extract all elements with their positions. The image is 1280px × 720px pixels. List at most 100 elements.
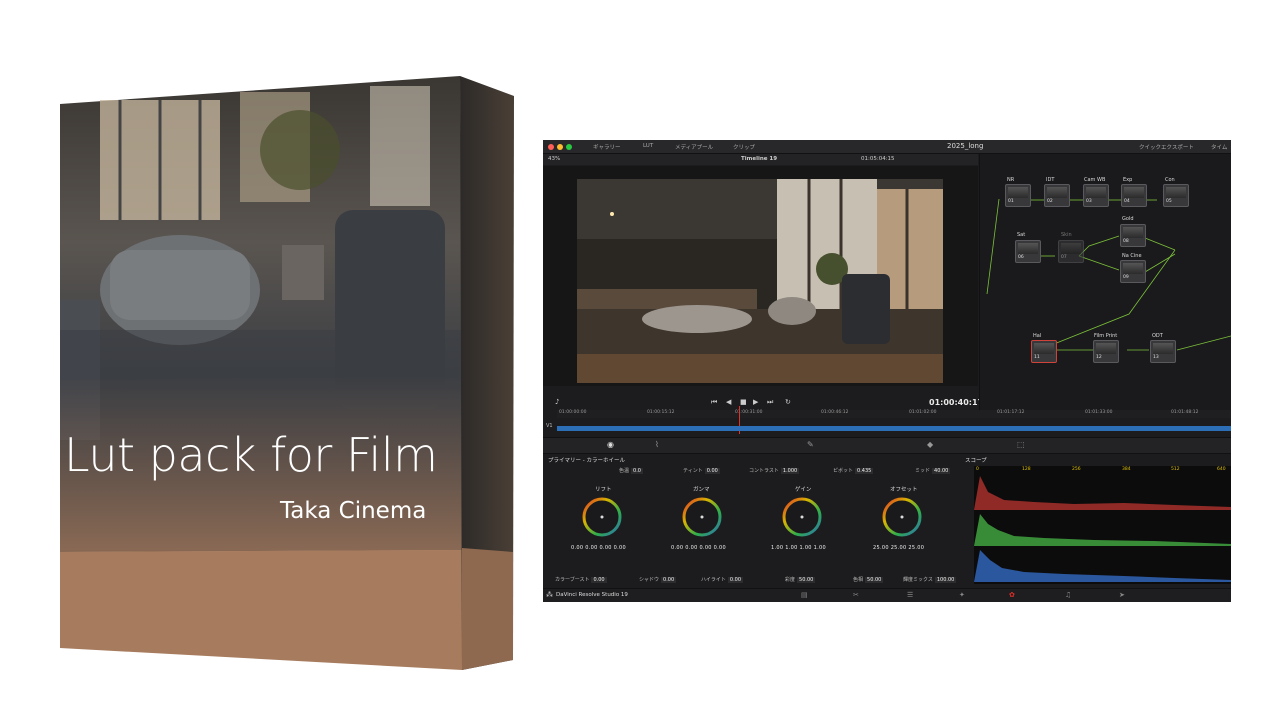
node-label-con: Con (1165, 177, 1175, 183)
node-label-nr: NR (1007, 177, 1015, 183)
offset-values[interactable]: 25.00 25.00 25.00 (873, 545, 924, 551)
node-label-exp: Exp (1123, 177, 1133, 183)
parade-scope: 0 128 256 384 512 640 (974, 466, 1231, 584)
lift-wheel[interactable] (582, 497, 622, 537)
ruler-tick: 01:00:15:12 (647, 410, 675, 415)
app-name: DaVinci Resolve Studio 19 (556, 592, 628, 598)
tab-clips[interactable]: クリップ (733, 143, 755, 151)
close-dot-icon[interactable] (548, 144, 554, 150)
lum-mix-param[interactable]: 輝度ミックス 100.00 (903, 576, 957, 583)
node-label-idt: IDT (1046, 177, 1055, 183)
tint-param[interactable]: ティント 0.00 (683, 467, 720, 474)
ruler-tick: 01:00:46:12 (821, 410, 849, 415)
scope-tick: 640 (1217, 467, 1226, 472)
fairlight-page-icon[interactable]: ♫ (1065, 591, 1071, 599)
video-track-clip[interactable] (557, 426, 1231, 431)
node-label-hal: Hal (1033, 333, 1042, 339)
hue-param[interactable]: 色相 50.00 (853, 576, 884, 583)
node-nr[interactable]: 01 (1005, 184, 1031, 207)
product-box: Lut pack for Film Taka Cinema (0, 0, 540, 720)
cut-page-icon[interactable]: ✂ (853, 591, 859, 599)
node-label-skin: Skin (1061, 232, 1072, 238)
saturation-param[interactable]: 彩度 50.00 (785, 576, 816, 583)
scope-waveforms (974, 476, 1231, 582)
node-con[interactable]: 05 (1163, 184, 1189, 207)
scope-tick: 384 (1122, 467, 1131, 472)
stop-icon[interactable]: ■ (740, 398, 747, 406)
scope-tick: 512 (1171, 467, 1180, 472)
gamma-values[interactable]: 0.00 0.00 0.00 0.00 (671, 545, 726, 551)
audio-icon[interactable]: ♪ (555, 398, 559, 406)
tab-gallery[interactable]: ギャラリー (593, 143, 621, 151)
node-hal[interactable]: 11 (1031, 340, 1057, 363)
video-frame[interactable] (577, 179, 943, 383)
highlights-param[interactable]: ハイライト 0.00 (701, 576, 744, 583)
color-boost-param[interactable]: カラーブースト 0.00 (555, 576, 607, 583)
lounge-scene-image (577, 179, 943, 383)
lift-values[interactable]: 0.00 0.00 0.00 0.00 (571, 545, 626, 551)
color-tools-bar: ◉ ⌇ ✎ ◆ ⬚ (543, 437, 1231, 454)
node-odt[interactable]: 13 (1150, 340, 1176, 363)
node-film-print[interactable]: 12 (1093, 340, 1119, 363)
blur-tool-icon[interactable]: ◆ (927, 440, 933, 449)
scope-tick: 128 (1022, 467, 1031, 472)
color-wheels (582, 497, 922, 537)
ruler-tick: 01:01:02:00 (909, 410, 937, 415)
node-sat[interactable]: 06 (1015, 240, 1041, 263)
color-panel-title: プライマリー - カラーホイール (548, 458, 625, 464)
quick-export-button[interactable]: クイックエクスポート (1139, 143, 1194, 151)
gain-wheel[interactable] (782, 497, 822, 537)
zoom-level[interactable]: 43% (548, 156, 560, 162)
node-label-cam-wb: Cam WB (1084, 177, 1106, 183)
media-page-icon[interactable]: ▤ (801, 591, 808, 599)
gamma-wheel[interactable] (682, 497, 722, 537)
node-idt[interactable]: 02 (1044, 184, 1070, 207)
edit-page-icon[interactable]: ☰ (907, 591, 913, 599)
node-exp[interactable]: 04 (1121, 184, 1147, 207)
ruler-tick: 01:00:00:00 (559, 410, 587, 415)
ruler-tick: 01:01:33:00 (1085, 410, 1113, 415)
ruler-tick: 01:01:48:12 (1171, 410, 1199, 415)
node-gold[interactable]: 08 (1120, 224, 1146, 247)
current-timecode: 01:00:40:17 (929, 398, 984, 407)
tab-media-pool[interactable]: メディアプール (675, 143, 713, 151)
deliver-page-icon[interactable]: ➤ (1119, 591, 1125, 599)
zoom-dot-icon[interactable] (566, 144, 572, 150)
resolve-window: ギャラリー LUT メディアプール クリップ 2025_long クイックエクス… (543, 140, 1231, 602)
timeline-name[interactable]: Timeline 19 (741, 156, 777, 162)
product-box-graphic (60, 76, 514, 670)
play-icon[interactable]: ▶ (753, 398, 758, 406)
mid-detail-param[interactable]: ミッド 40.00 (915, 467, 951, 474)
offset-wheel[interactable] (882, 497, 922, 537)
node-cam-wb[interactable]: 03 (1083, 184, 1109, 207)
temp-param[interactable]: 色温 0.0 (619, 467, 643, 474)
project-title: 2025_long (947, 142, 984, 150)
title-bar: ギャラリー LUT メディアプール クリップ 2025_long クイックエクス… (543, 140, 1231, 154)
color-wheel-tool-icon[interactable]: ◉ (607, 440, 614, 449)
node-label-odt: ODT (1152, 333, 1163, 339)
skip-start-icon[interactable]: ⏮ (711, 398, 717, 407)
node-na-cine[interactable]: 09 (1120, 260, 1146, 283)
minimize-dot-icon[interactable] (557, 144, 563, 150)
node-label-na-cine: Na Cine (1122, 253, 1142, 259)
timeline-button[interactable]: タイム (1211, 143, 1227, 151)
tab-lut[interactable]: LUT (643, 143, 653, 149)
ruler-tick: 01:01:17:12 (997, 410, 1025, 415)
curves-tool-icon[interactable]: ⌇ (655, 440, 659, 449)
box-title: Lut pack for Film (64, 428, 438, 482)
timeline-ruler[interactable]: 01:00:00:00 01:00:15:12 01:00:31:00 01:0… (557, 410, 1231, 418)
shadows-param[interactable]: シャドウ 0.00 (639, 576, 677, 583)
contrast-param[interactable]: コントラスト 1.000 (749, 467, 800, 474)
fusion-page-icon[interactable]: ✦ (959, 591, 965, 599)
skip-end-icon[interactable]: ⏭ (767, 398, 773, 407)
gain-values[interactable]: 1.00 1.00 1.00 1.00 (771, 545, 826, 551)
page-bar: ⁂ DaVinci Resolve Studio 19 ▤ ✂ ☰ ✦ ✿ ♫ … (543, 588, 1231, 602)
keyframe-tool-icon[interactable]: ⬚ (1017, 440, 1025, 449)
step-back-icon[interactable]: ◀ (726, 398, 731, 406)
qualifier-tool-icon[interactable]: ✎ (807, 440, 814, 449)
loop-icon[interactable]: ↻ (785, 398, 791, 406)
node-skin[interactable]: 07 (1058, 240, 1084, 263)
pivot-param[interactable]: ピボット 0.435 (833, 467, 874, 474)
color-page-icon[interactable]: ✿ (1009, 591, 1015, 599)
source-timecode: 01:05:04:15 (861, 156, 895, 162)
